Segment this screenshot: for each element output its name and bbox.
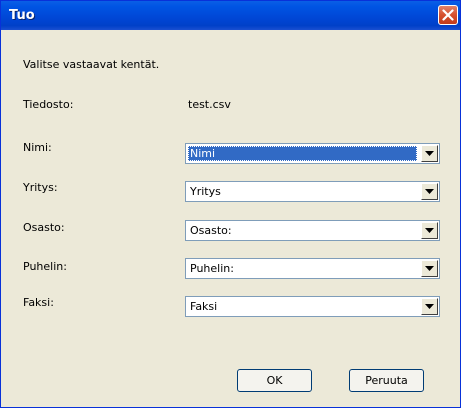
phone-select[interactable]: Puhelin: bbox=[185, 258, 440, 279]
chevron-down-icon bbox=[425, 266, 434, 271]
department-select[interactable]: Osasto: bbox=[185, 220, 440, 241]
fax-select[interactable]: Faksi bbox=[185, 296, 440, 317]
import-dialog: Tuo Valitse vastaavat kentät. Tiedosto: … bbox=[0, 0, 461, 408]
chevron-down-icon bbox=[425, 151, 434, 156]
file-label: Tiedosto: bbox=[23, 98, 74, 111]
phone-dropdown-button[interactable] bbox=[421, 260, 438, 277]
company-select-value: Yritys bbox=[190, 185, 221, 198]
cancel-button[interactable]: Peruuta bbox=[349, 369, 424, 392]
department-label: Osasto: bbox=[23, 221, 65, 234]
window-title: Tuo bbox=[9, 8, 35, 23]
fax-select-value: Faksi bbox=[190, 300, 218, 313]
fax-dropdown-button[interactable] bbox=[421, 298, 438, 315]
phone-label: Puhelin: bbox=[23, 260, 67, 273]
file-name: test.csv bbox=[188, 98, 231, 111]
name-select-value: Nimi bbox=[188, 146, 417, 161]
chevron-down-icon bbox=[425, 228, 434, 233]
department-select-value: Osasto: bbox=[190, 224, 232, 237]
ok-button[interactable]: OK bbox=[237, 369, 312, 392]
phone-select-value: Puhelin: bbox=[190, 262, 234, 275]
chevron-down-icon bbox=[425, 189, 434, 194]
close-icon bbox=[442, 9, 454, 21]
dialog-body: Valitse vastaavat kentät. Tiedosto: test… bbox=[4, 30, 457, 404]
close-button[interactable] bbox=[438, 5, 458, 25]
instruction-text: Valitse vastaavat kentät. bbox=[23, 58, 160, 71]
chevron-down-icon bbox=[425, 304, 434, 309]
department-dropdown-button[interactable] bbox=[421, 222, 438, 239]
company-dropdown-button[interactable] bbox=[421, 183, 438, 200]
name-select[interactable]: Nimi bbox=[185, 143, 440, 164]
company-label: Yritys: bbox=[23, 181, 58, 194]
title-bar[interactable]: Tuo bbox=[1, 1, 460, 30]
company-select[interactable]: Yritys bbox=[185, 181, 440, 202]
fax-label: Faksi: bbox=[23, 296, 54, 309]
name-dropdown-button[interactable] bbox=[421, 145, 438, 162]
name-label: Nimi: bbox=[23, 141, 52, 154]
